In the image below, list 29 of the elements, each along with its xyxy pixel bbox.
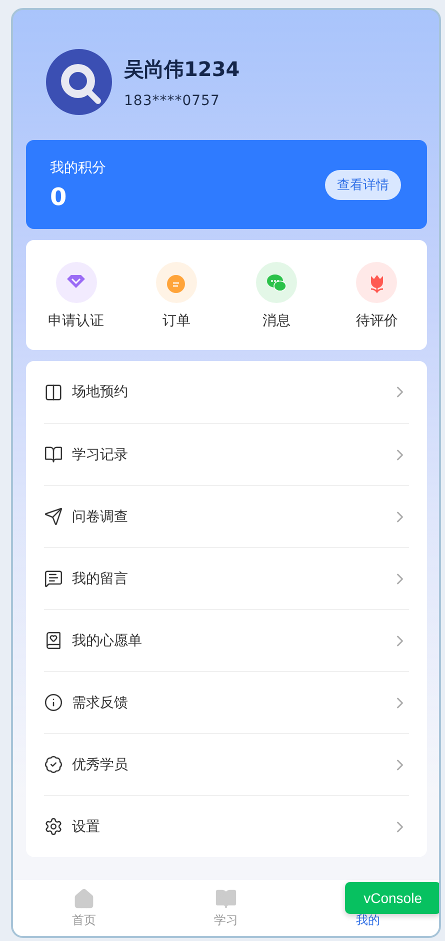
book-icon (215, 888, 237, 910)
shortcut-label[interactable]: 待评价 (356, 312, 398, 330)
user-name: 吴尚伟1234 (124, 56, 240, 82)
tab[interactable]: 我的 (356, 912, 380, 928)
menu-item[interactable]: 我的留言 (72, 570, 382, 588)
heart-book-icon (44, 631, 63, 650)
panels-icon (44, 382, 63, 402)
home-icon (73, 888, 95, 910)
info-icon (44, 693, 63, 712)
menu-item[interactable]: 需求反馈 (72, 694, 382, 712)
menu-item[interactable]: 设置 (72, 818, 382, 836)
points-label: 我的积分 (50, 158, 106, 176)
avatar (46, 49, 112, 115)
check-badge-icon (44, 755, 63, 774)
menu-item[interactable]: 我的心愿单 (72, 632, 382, 650)
shortcut-label[interactable]: 申请认证 (48, 312, 104, 330)
settings-icon (44, 817, 63, 836)
menu-item[interactable]: 场地预约 (72, 383, 382, 401)
details-button[interactable]: 查看详情 (325, 170, 401, 200)
phone-number: 183****0757 (124, 92, 221, 108)
book-icon (44, 445, 63, 464)
paper-plane-icon (44, 507, 63, 526)
menu-item[interactable]: 优秀学员 (72, 756, 382, 774)
shortcut-label[interactable]: 订单 (162, 312, 190, 330)
menu-item[interactable]: 问卷调查 (72, 508, 382, 526)
shortcut-label[interactable]: 消息 (262, 312, 291, 330)
message-icon (44, 569, 63, 588)
points-value: 0 (50, 182, 68, 210)
menu-item[interactable]: 学习记录 (72, 446, 382, 464)
